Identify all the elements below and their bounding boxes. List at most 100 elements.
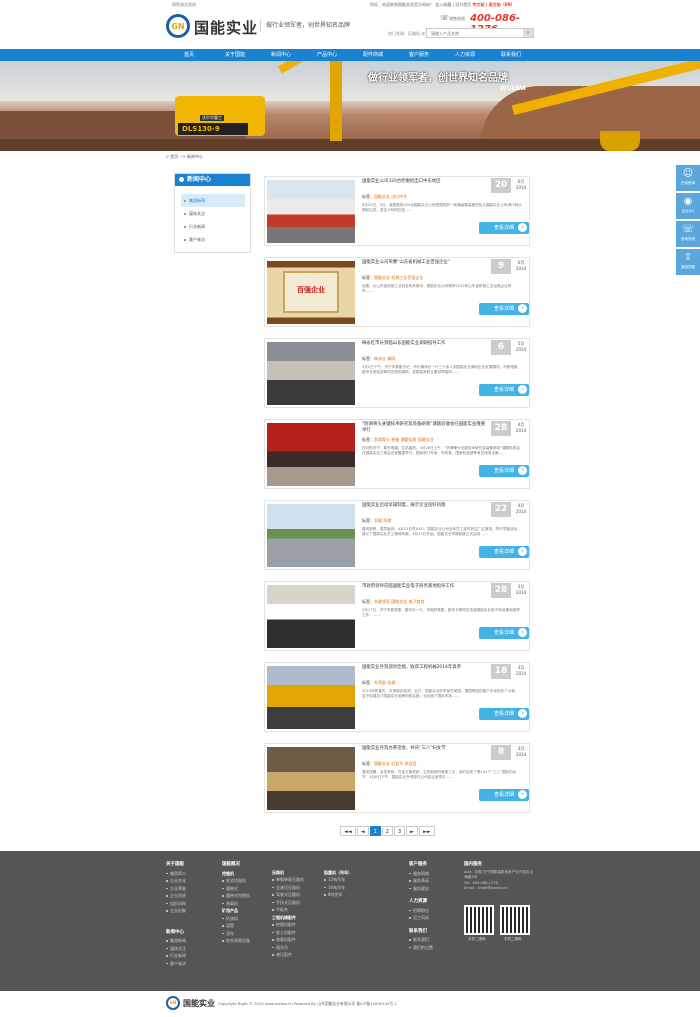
news-title[interactable]: 国能实业公司320台挖掘机出口中东地区	[362, 179, 487, 185]
language-switch[interactable]: 中文站 | 英文站（EN）	[472, 2, 514, 7]
nav-item-7[interactable]: 联系我们	[488, 49, 534, 61]
pager-item-4[interactable]: 3	[393, 826, 406, 836]
footer-link[interactable]: 行业新闻	[166, 952, 186, 960]
news-image[interactable]	[267, 666, 355, 729]
float-item-1[interactable]: ◉ 企业QQ	[676, 193, 700, 219]
pager-item-0[interactable]: ◄◄	[340, 826, 356, 836]
footer-link[interactable]: 装载机配件	[272, 936, 304, 944]
footer-link[interactable]: 随车吊	[272, 944, 304, 952]
sidebar-item-0[interactable]: 集团新闻	[181, 194, 245, 207]
footer-link[interactable]: 企业荣誉	[166, 885, 186, 893]
news-title[interactable]: “防滑骨头关键技术研究及装备研制”课题验收会在国能实业隆重举行	[362, 422, 487, 434]
pager-item-3[interactable]: 2	[381, 826, 393, 836]
sidebar-item-1[interactable]: 媒体关注	[181, 207, 245, 220]
footer-link[interactable]: 企业资质	[166, 892, 186, 900]
view-detail-button[interactable]: 查看详细	[479, 627, 529, 639]
footer-link[interactable]: 顶车	[222, 930, 250, 938]
footer-link[interactable]: 单钢单驱压路机	[272, 876, 304, 884]
view-detail-button[interactable]: 查看详细	[479, 303, 529, 315]
news-title[interactable]: 国能实业外贸办茶话会，共庆“三八”妇女节	[362, 746, 487, 752]
footer-link[interactable]: 联系我们	[409, 936, 433, 944]
float-item-2[interactable]: ☏ 咨询热线	[676, 221, 700, 247]
footer-link[interactable]: 手扶式压路机	[272, 899, 304, 907]
news-image[interactable]	[267, 342, 355, 405]
news-tag-values[interactable]: 国能实业 出口中东	[374, 194, 407, 199]
bookmark-links[interactable]: 加入收藏 | 设为首页	[435, 2, 471, 7]
footer-link[interactable]: 综合采掘设备	[222, 937, 250, 945]
news-tag-values[interactable]: 国能实业 机械工业百强企业	[374, 275, 423, 280]
nav-item-4[interactable]: 配件商城	[350, 49, 396, 61]
footer-link[interactable]: 液压配件	[272, 951, 304, 959]
news-image[interactable]	[267, 423, 355, 486]
hot-keywords[interactable]: 热门关键：压路机 叉车	[388, 31, 429, 37]
news-title[interactable]: 国能实业启动早操制度，展示企业良好风貌	[362, 503, 487, 509]
news-tag-values[interactable]: 国能实业 妇女节 茶话会	[374, 761, 417, 766]
footer-link[interactable]: 服务网络	[409, 870, 433, 878]
sidebar-item-2[interactable]: 行业新闻	[181, 220, 245, 233]
footer-link[interactable]: 服务理念	[409, 885, 433, 893]
nav-item-6[interactable]: 人力资源	[442, 49, 488, 61]
footer-link[interactable]: 履带式挖掘机	[222, 892, 250, 900]
news-image[interactable]	[267, 585, 355, 648]
news-tag-values[interactable]: 防滑骨头 装备 课题验收 国能实业	[374, 437, 434, 442]
footer-link[interactable]: 推土机配件	[272, 929, 304, 937]
nav-item-3[interactable]: 产品中心	[304, 49, 350, 61]
news-tag-values[interactable]: 梅永红 调研	[374, 356, 395, 361]
view-detail-button[interactable]: 查看详细	[479, 384, 529, 396]
footer-link[interactable]: 12吨吊车	[324, 876, 352, 884]
footer-link[interactable]: 装载机	[222, 900, 250, 908]
footer-link[interactable]: 轮式挖掘机	[222, 877, 250, 885]
footer-link[interactable]: 8吨吊车	[324, 891, 352, 899]
pager-item-5[interactable]: ►	[406, 826, 418, 836]
news-image[interactable]	[267, 747, 355, 810]
view-detail-button[interactable]: 查看详细	[479, 465, 529, 477]
news-tag-values[interactable]: 早操 风貌	[374, 518, 391, 523]
news-title[interactable]: 梅永红市长到临山东国能实业调研指导工作	[362, 341, 487, 347]
footer-link[interactable]: 服务承诺	[409, 877, 433, 885]
pager-item-6[interactable]: ►►	[418, 826, 435, 836]
footer-link[interactable]: 企业文化	[166, 877, 186, 885]
footer-link[interactable]: 媒体关注	[166, 945, 186, 953]
nav-item-0[interactable]: 首页	[166, 49, 212, 61]
pager-item-1[interactable]: ◄	[356, 826, 369, 836]
footer-link[interactable]: 挖掘机配件	[272, 921, 304, 929]
footer-link[interactable]: 组织机构	[166, 900, 186, 908]
footer-link[interactable]: 我们的位置	[409, 944, 433, 952]
pager-item-2[interactable]: 1	[369, 826, 381, 836]
footer-link[interactable]: 员工风采	[409, 914, 433, 922]
float-item-3[interactable]: ⇧ 返回顶部	[676, 249, 700, 275]
news-image[interactable]	[267, 180, 355, 243]
nav-item-5[interactable]: 客户服务	[396, 49, 442, 61]
view-detail-button[interactable]: 查看详细	[479, 546, 529, 558]
footer-link[interactable]: 客户来访	[166, 960, 186, 968]
footer-link[interactable]: 煤管	[222, 922, 250, 930]
view-detail-button[interactable]: 查看详细	[479, 789, 529, 801]
footer-link[interactable]: 扒渣机	[222, 915, 250, 923]
float-item-0[interactable]: ☺ 在线咨询	[676, 165, 700, 191]
view-detail-button[interactable]: 查看详细	[479, 708, 529, 720]
view-detail-button[interactable]: 查看详细	[479, 222, 529, 234]
nav-item-2[interactable]: 新闻中心	[258, 49, 304, 61]
logo[interactable]: GN 国能实业	[166, 12, 257, 44]
footer-link[interactable]: 集团简介	[166, 870, 186, 878]
search-input[interactable]	[428, 30, 522, 37]
news-image[interactable]: 百强企业	[267, 261, 355, 324]
footer-link[interactable]: 企业形象	[166, 907, 186, 915]
footer-link[interactable]: 16吨吊车	[324, 884, 352, 892]
news-title[interactable]: 国能实业公司荣膺“山东省机械工业百强企业”	[362, 260, 487, 266]
news-title[interactable]: 国能实业外贸部创佳绩，收获工程机械2014年良单	[362, 665, 487, 671]
nav-item-1[interactable]: 关于国能	[212, 49, 258, 61]
footer-link[interactable]: 平板夯	[272, 906, 304, 914]
news-tag-values[interactable]: 市政领导 国能实业 电子商务	[374, 599, 425, 604]
breadcrumb-home[interactable]: 首页	[170, 154, 178, 159]
news-title[interactable]: 市政府领导莅临国能实业电子商务基地指导工作	[362, 584, 487, 590]
sidebar-item-3[interactable]: 客户来访	[181, 233, 245, 246]
news-tag-values[interactable]: 外贸部 佳绩	[374, 680, 395, 685]
footer-link[interactable]: 全液压压路机	[272, 884, 304, 892]
search-icon[interactable]: ⌕	[523, 29, 533, 37]
footer-link[interactable]: 招聘职位	[409, 907, 433, 915]
footer-link[interactable]: 履带式	[222, 885, 250, 893]
footer-link[interactable]: 集团新闻	[166, 937, 186, 945]
footer-link[interactable]: 驾驶式压路机	[272, 891, 304, 899]
news-image[interactable]	[267, 504, 355, 567]
